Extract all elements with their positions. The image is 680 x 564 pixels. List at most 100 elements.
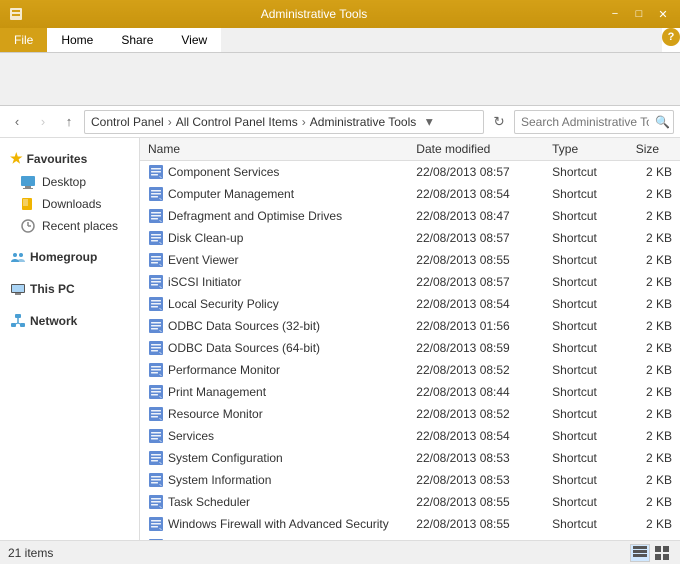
search-icon-button[interactable]: 🔍	[655, 115, 670, 129]
desktop-icon	[20, 174, 36, 190]
file-size-cell: 2 KB	[628, 381, 680, 403]
file-type-cell: Shortcut	[544, 315, 628, 337]
table-row[interactable]: ODBC Data Sources (32-bit) 22/08/2013 01…	[140, 315, 680, 337]
table-row[interactable]: Windows Firewall with Advanced Security …	[140, 513, 680, 535]
col-header-type[interactable]: Type	[544, 138, 628, 161]
sidebar-recent-label: Recent places	[42, 219, 118, 233]
file-size-cell: 2 KB	[628, 337, 680, 359]
file-icon	[148, 428, 164, 444]
address-path[interactable]: Control Panel › All Control Panel Items …	[84, 110, 484, 134]
recent-icon	[20, 218, 36, 234]
file-icon	[148, 538, 164, 540]
file-name-text: ODBC Data Sources (64-bit)	[168, 341, 320, 355]
table-row[interactable]: Services 22/08/2013 08:54Shortcut2 KB	[140, 425, 680, 447]
file-size-cell: 2 KB	[628, 315, 680, 337]
forward-button[interactable]: ›	[32, 111, 54, 133]
file-name-text: Windows Memory Diagnostic	[168, 539, 323, 540]
tab-home[interactable]: Home	[47, 28, 107, 52]
file-date-cell: 22/08/2013 08:59	[408, 337, 544, 359]
file-type-cell: Shortcut	[544, 513, 628, 535]
table-row[interactable]: Event Viewer 22/08/2013 08:55Shortcut2 K…	[140, 249, 680, 271]
file-date-cell: 22/08/2013 01:56	[408, 315, 544, 337]
tab-file[interactable]: File	[0, 28, 47, 52]
title-bar-left	[8, 6, 24, 22]
table-row[interactable]: Defragment and Optimise Drives 22/08/201…	[140, 205, 680, 227]
tab-share[interactable]: Share	[107, 28, 167, 52]
file-name-text: Services	[168, 429, 214, 443]
table-row[interactable]: System Configuration 22/08/2013 08:53Sho…	[140, 447, 680, 469]
file-name-cell: Disk Clean-up	[140, 227, 408, 249]
maximize-button[interactable]: □	[628, 4, 650, 24]
file-date-cell: 22/08/2013 08:57	[408, 227, 544, 249]
table-row[interactable]: Print Management 22/08/2013 08:44Shortcu…	[140, 381, 680, 403]
file-size-cell: 2 KB	[628, 535, 680, 540]
file-size-cell: 2 KB	[628, 403, 680, 425]
file-date-cell: 22/08/2013 08:52	[408, 535, 544, 540]
file-name-cell: System Information	[140, 469, 408, 491]
path-dropdown-button[interactable]: ▾	[420, 111, 438, 133]
file-name-text: Disk Clean-up	[168, 231, 243, 245]
search-input[interactable]	[514, 110, 674, 134]
file-icon	[148, 186, 164, 202]
view-details-button[interactable]	[630, 544, 650, 562]
homegroup-icon	[10, 249, 26, 265]
table-row[interactable]: Local Security Policy 22/08/2013 08:54Sh…	[140, 293, 680, 315]
file-name-cell: Windows Memory Diagnostic	[140, 535, 408, 540]
up-button[interactable]: ↑	[58, 111, 80, 133]
file-icon	[148, 472, 164, 488]
table-row[interactable]: iSCSI Initiator 22/08/2013 08:57Shortcut…	[140, 271, 680, 293]
sidebar-section-favourites: ★ Favourites Desktop Downloads Recent p	[0, 146, 139, 237]
file-date-cell: 22/08/2013 08:52	[408, 403, 544, 425]
sidebar-thispc-label: This PC	[30, 282, 75, 296]
path-admin-tools[interactable]: Administrative Tools	[310, 115, 417, 129]
path-sep-2: ›	[302, 115, 306, 129]
back-button[interactable]: ‹	[6, 111, 28, 133]
table-row[interactable]: Component Services 22/08/2013 08:57Short…	[140, 161, 680, 184]
sidebar-favourites-label: Favourites	[27, 152, 88, 166]
col-header-size[interactable]: Size	[628, 138, 680, 161]
file-type-cell: Shortcut	[544, 293, 628, 315]
table-row[interactable]: Resource Monitor 22/08/2013 08:52Shortcu…	[140, 403, 680, 425]
ribbon: File Home Share View ?	[0, 28, 680, 106]
table-row[interactable]: Windows Memory Diagnostic 22/08/2013 08:…	[140, 535, 680, 540]
path-control-panel[interactable]: Control Panel	[91, 115, 164, 129]
sidebar-item-downloads[interactable]: Downloads	[0, 193, 139, 215]
table-header-row: Name Date modified Type Size	[140, 138, 680, 161]
table-row[interactable]: Performance Monitor 22/08/2013 08:52Shor…	[140, 359, 680, 381]
item-count: 21 items	[8, 546, 53, 560]
view-tiles-button[interactable]	[652, 544, 672, 562]
table-row[interactable]: Task Scheduler 22/08/2013 08:55Shortcut2…	[140, 491, 680, 513]
sidebar-network-label: Network	[30, 314, 77, 328]
table-row[interactable]: Disk Clean-up 22/08/2013 08:57Shortcut2 …	[140, 227, 680, 249]
tab-view[interactable]: View	[167, 28, 221, 52]
address-bar: ‹ › ↑ Control Panel › All Control Panel …	[0, 106, 680, 138]
help-button[interactable]: ?	[662, 28, 680, 46]
col-header-date[interactable]: Date modified	[408, 138, 544, 161]
file-size-cell: 2 KB	[628, 183, 680, 205]
thispc-icon	[10, 281, 26, 297]
close-button[interactable]: ✕	[652, 4, 674, 24]
file-date-cell: 22/08/2013 08:55	[408, 491, 544, 513]
file-type-cell: Shortcut	[544, 227, 628, 249]
file-name-cell: Local Security Policy	[140, 293, 408, 315]
sidebar-header-homegroup: Homegroup	[0, 245, 139, 269]
file-name-cell: Print Management	[140, 381, 408, 403]
table-row[interactable]: Computer Management 22/08/2013 08:54Shor…	[140, 183, 680, 205]
refresh-button[interactable]: ↻	[488, 111, 510, 133]
file-name-cell: iSCSI Initiator	[140, 271, 408, 293]
file-type-cell: Shortcut	[544, 249, 628, 271]
file-table: Name Date modified Type Size Component S…	[140, 138, 680, 540]
table-row[interactable]: ODBC Data Sources (64-bit) 22/08/2013 08…	[140, 337, 680, 359]
file-type-cell: Shortcut	[544, 161, 628, 184]
path-all-items[interactable]: All Control Panel Items	[176, 115, 298, 129]
sidebar-item-desktop[interactable]: Desktop	[0, 171, 139, 193]
table-row[interactable]: System Information 22/08/2013 08:53Short…	[140, 469, 680, 491]
sidebar-section-network: Network	[0, 309, 139, 333]
sidebar-item-recent[interactable]: Recent places	[0, 215, 139, 237]
file-type-cell: Shortcut	[544, 469, 628, 491]
sidebar-header-network: Network	[0, 309, 139, 333]
sidebar-downloads-label: Downloads	[42, 197, 101, 211]
file-type-cell: Shortcut	[544, 337, 628, 359]
minimize-button[interactable]: −	[604, 4, 626, 24]
col-header-name[interactable]: Name	[140, 138, 408, 161]
